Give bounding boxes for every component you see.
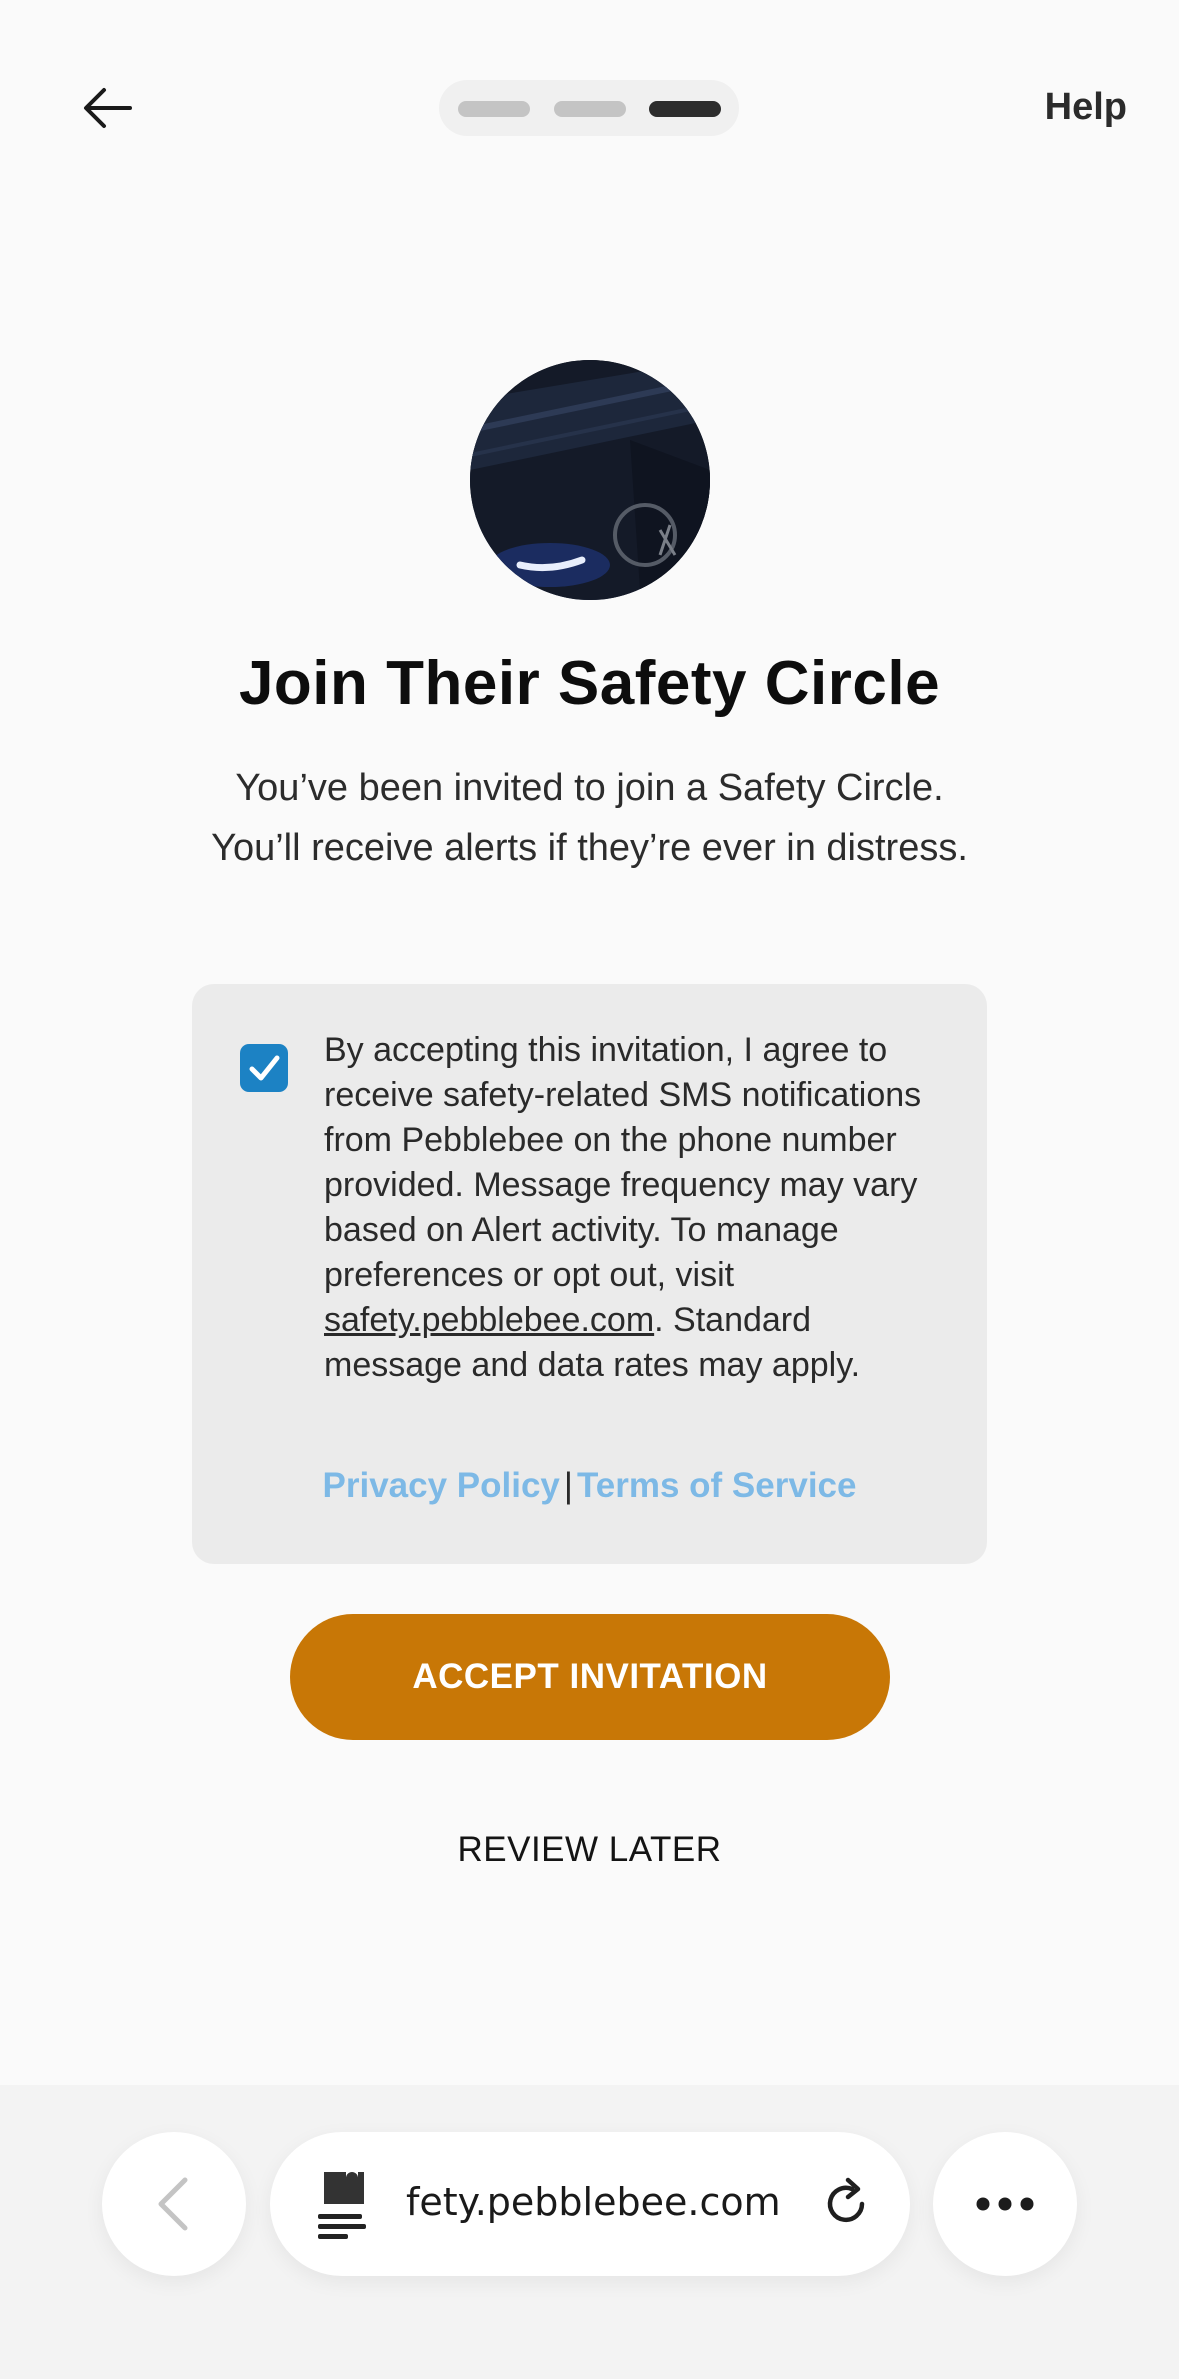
link-separator: | (563, 1466, 573, 1505)
sms-consent-checkbox[interactable] (240, 1044, 288, 1092)
chevron-left-icon (158, 2177, 188, 2231)
top-bar: Help (0, 0, 1179, 220)
sms-consent-card: By accepting this invitation, I agree to… (192, 984, 987, 1564)
help-link[interactable]: Help (1045, 86, 1127, 129)
address-bar[interactable]: fety.pebblebee.com (270, 2132, 910, 2276)
safety-device-photo (470, 360, 710, 600)
browser-toolbar: fety.pebblebee.com (0, 2085, 1179, 2379)
browser-back-button[interactable] (102, 2132, 246, 2276)
back-button[interactable] (78, 78, 138, 138)
step-indicator (439, 80, 739, 136)
page-subtitle: You’ve been invited to join a Safety Cir… (211, 767, 968, 869)
consent-text-before-link: By accepting this invitation, I agree to… (324, 1031, 922, 1294)
review-later-button[interactable]: REVIEW LATER (0, 1830, 1179, 1870)
url-text: fety.pebblebee.com (406, 2180, 781, 2224)
more-icon (976, 2197, 1034, 2211)
arrow-left-icon (84, 88, 132, 128)
extension-tab-icon (318, 2172, 366, 2239)
accept-invitation-button[interactable]: ACCEPT INVITATION (290, 1614, 890, 1740)
terms-of-service-link[interactable]: Terms of Service (577, 1466, 857, 1505)
reload-icon[interactable] (818, 2176, 874, 2232)
inviter-avatar (470, 360, 710, 600)
privacy-policy-link[interactable]: Privacy Policy (323, 1466, 560, 1505)
checkmark-icon (249, 1055, 280, 1081)
step-2 (554, 101, 626, 117)
consent-text: By accepting this invitation, I agree to… (324, 1028, 944, 1388)
browser-more-button[interactable] (933, 2132, 1077, 2276)
safety-site-link[interactable]: safety.pebblebee.com (324, 1301, 654, 1339)
step-1 (458, 101, 530, 117)
page-title: Join Their Safety Circle (238, 649, 941, 718)
step-3-current (649, 101, 721, 117)
policy-links: Privacy Policy | Terms of Service (192, 1466, 987, 1506)
